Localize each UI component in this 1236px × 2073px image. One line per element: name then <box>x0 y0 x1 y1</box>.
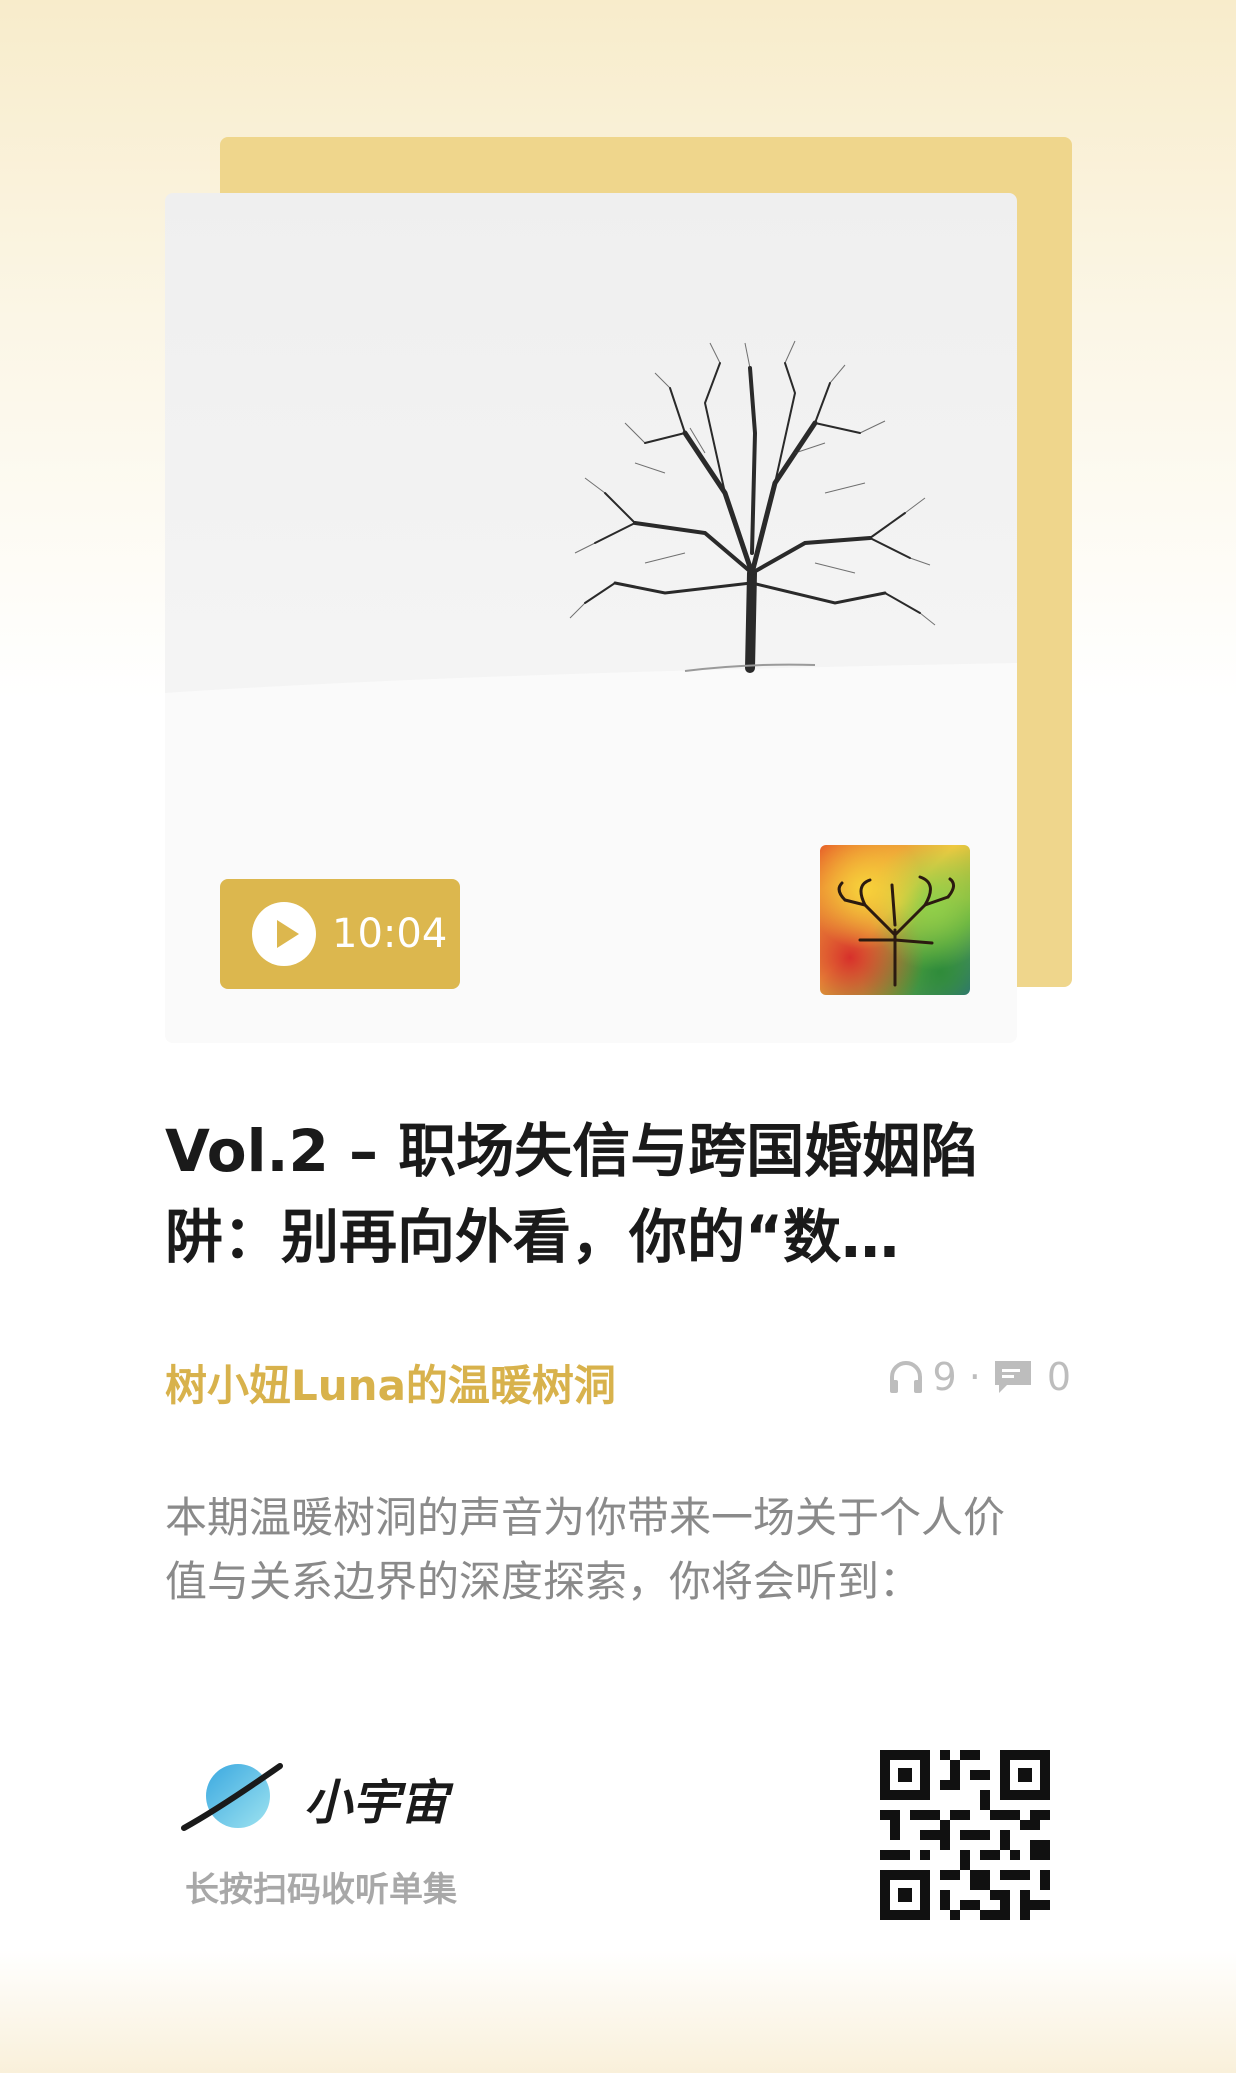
duration-label: 10:04 <box>332 911 448 957</box>
brand-name: 小宇宙 <box>304 1775 449 1831</box>
episode-cover[interactable]: 10:04 <box>165 193 1017 1043</box>
planet-logo-icon <box>181 1763 283 1831</box>
comment-count: 0 <box>1046 1355 1071 1399</box>
listen-count: 9 <box>932 1355 957 1399</box>
tree-of-life-icon <box>837 875 955 987</box>
comment-icon <box>994 1361 1031 1393</box>
play-button[interactable]: 10:04 <box>220 879 460 989</box>
episode-description: 本期温暖树洞的声音为你带来一场关于个人价值与关系边界的深度探索，你将会听到： <box>165 1493 1006 1606</box>
qr-code[interactable] <box>880 1750 1050 1920</box>
podcast-thumbnail <box>820 845 970 995</box>
episode-stats: 9 · 0 <box>887 1355 1071 1399</box>
brand-block: 小宇宙 <box>180 1758 448 1838</box>
podcast-author[interactable]: 树小妞Luna的温暖树洞 <box>165 1352 616 1413</box>
episode-title[interactable]: Vol.2 – 职场失信与跨国婚姻陷阱：别再向外看，你的“数… <box>165 1108 1085 1280</box>
scan-hint: 长按扫码收听单集 <box>185 1870 457 1910</box>
headphones-icon <box>889 1361 922 1393</box>
stats-separator: · <box>968 1355 981 1399</box>
play-icon <box>252 902 316 966</box>
